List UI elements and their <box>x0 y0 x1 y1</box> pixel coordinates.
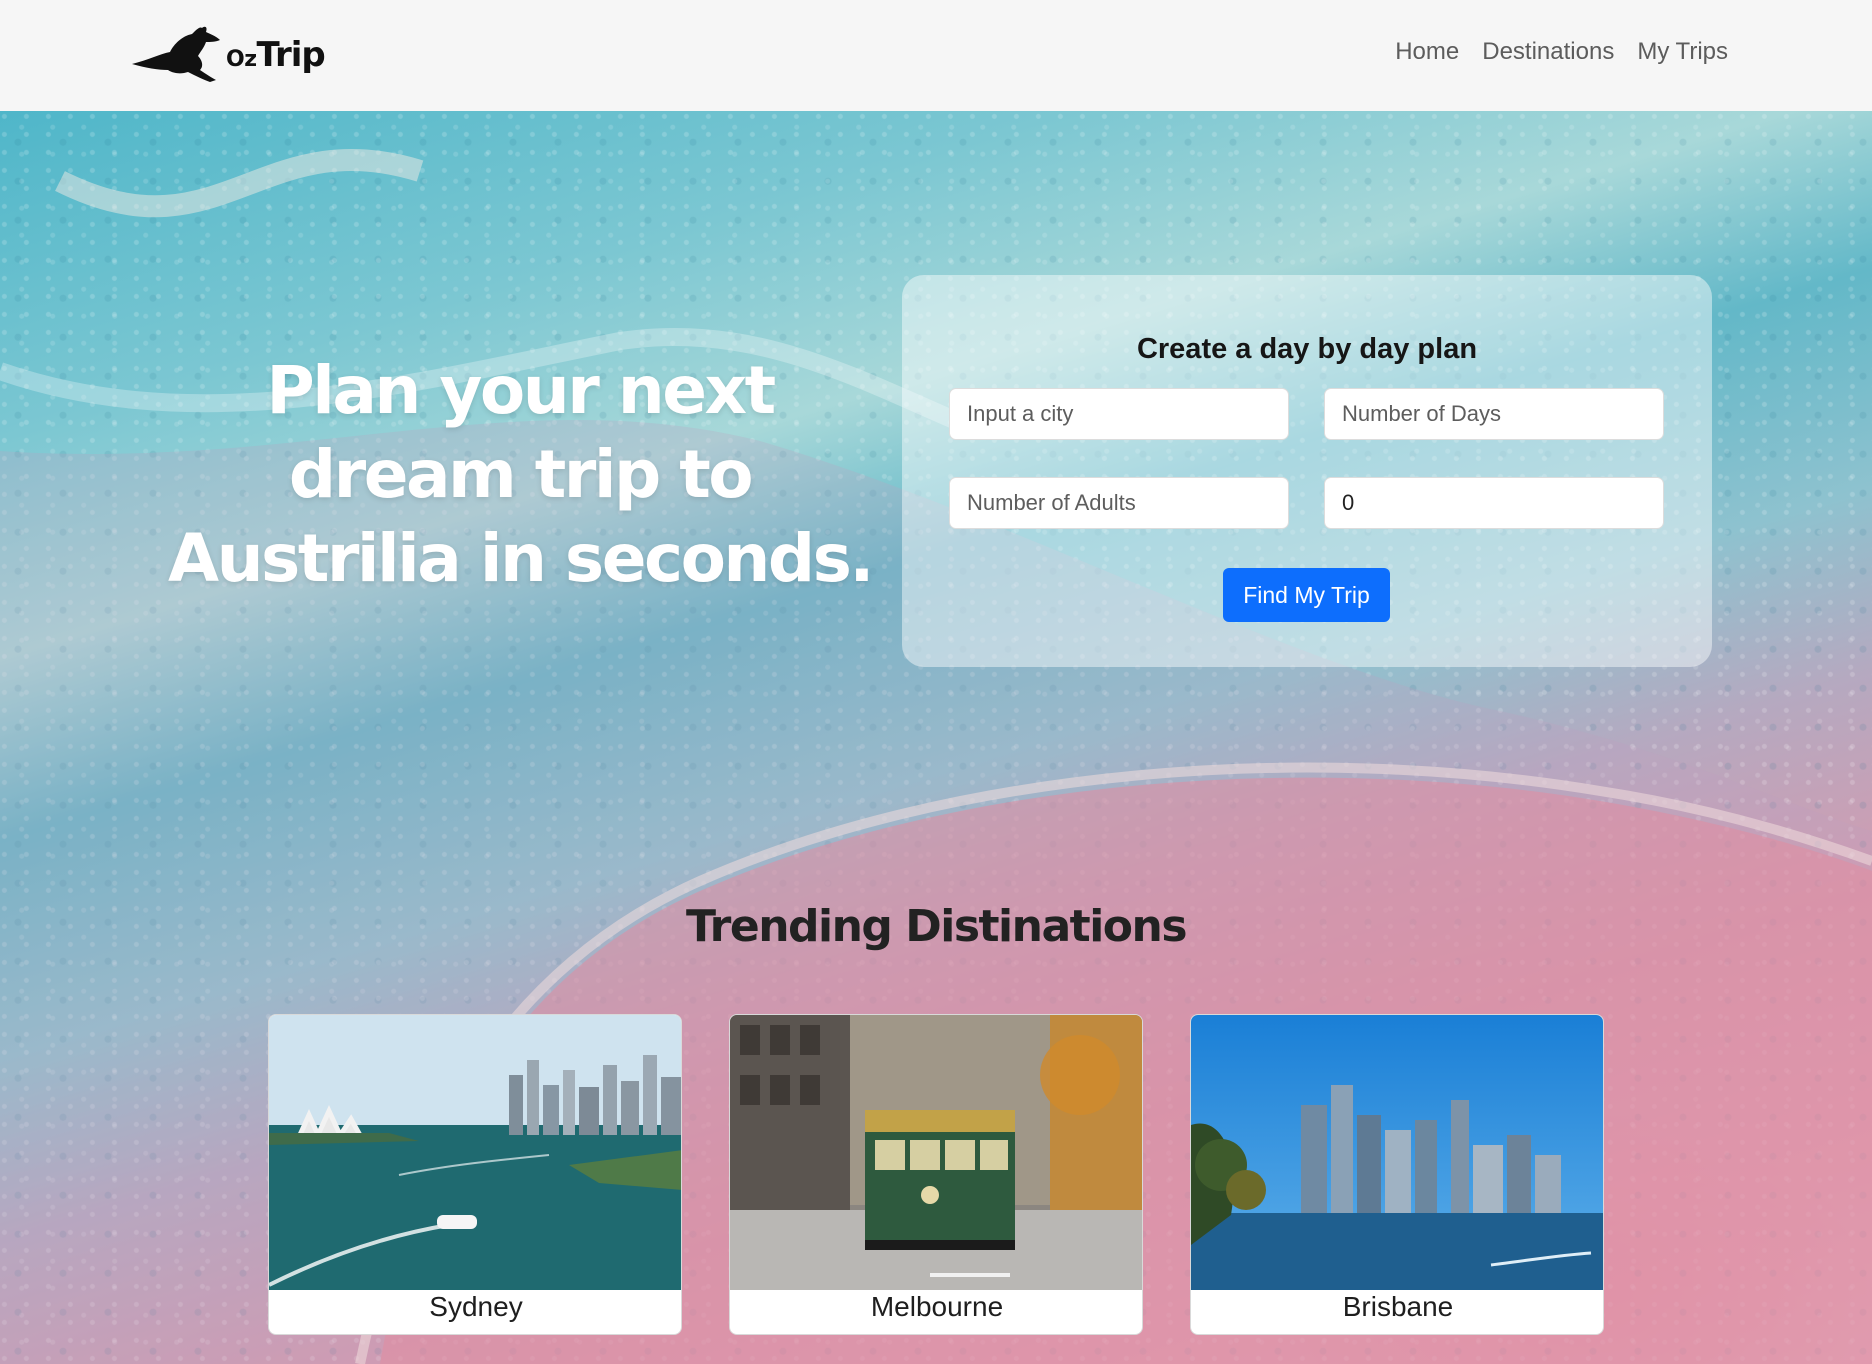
trip-plan-card: Create a day by day plan Find My Trip <box>902 275 1712 667</box>
hero-headline: Plan your next dream trip to Austrilia i… <box>167 352 875 597</box>
destination-card-brisbane[interactable]: Brisbane <box>1190 1014 1604 1335</box>
destination-name: Brisbane <box>1342 1291 1454 1322</box>
nav-my-trips[interactable]: My Trips <box>1637 38 1728 66</box>
sydney-photo <box>269 1015 681 1290</box>
adults-input[interactable] <box>949 477 1289 529</box>
melbourne-photo <box>730 1015 1142 1290</box>
brand-wordmark: OzTrip <box>226 35 326 75</box>
destination-card-melbourne[interactable]: Melbourne <box>729 1014 1143 1335</box>
nav-home[interactable]: Home <box>1395 38 1459 66</box>
plan-card-title: Create a day by day plan <box>1136 333 1478 365</box>
brisbane-photo <box>1191 1015 1603 1290</box>
brand-prefix: Oz <box>226 47 257 72</box>
city-input[interactable] <box>949 388 1289 440</box>
destination-name: Sydney <box>429 1291 523 1322</box>
destination-name: Melbourne <box>870 1291 1004 1322</box>
trending-title: Trending Distinations <box>685 901 1188 952</box>
number-input[interactable] <box>1324 477 1664 529</box>
brand-name: Trip <box>256 35 326 75</box>
nav-destinations[interactable]: Destinations <box>1482 38 1614 66</box>
kangaroo-icon <box>132 26 220 82</box>
nav-links: Home Destinations My Trips <box>1395 38 1728 66</box>
navbar: OzTrip Home Destinations My Trips <box>0 0 1872 111</box>
hero-section: Plan your next dream trip to Austrilia i… <box>0 111 1872 1364</box>
days-input[interactable] <box>1324 388 1664 440</box>
brand-logo[interactable]: OzTrip <box>130 24 330 84</box>
find-my-trip-button[interactable]: Find My Trip <box>1223 568 1390 622</box>
destination-card-sydney[interactable]: Sydney <box>268 1014 682 1335</box>
